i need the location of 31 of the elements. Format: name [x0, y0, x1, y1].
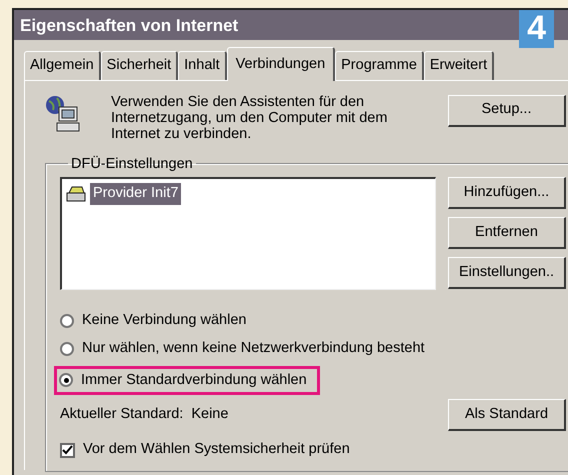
- radio-label: Keine Verbindung wählen: [82, 311, 246, 330]
- checkbox[interactable]: [60, 442, 75, 458]
- connection-item[interactable]: Provider Init7: [90, 183, 182, 205]
- setup-button[interactable]: Setup...: [448, 94, 566, 127]
- dialup-button[interactable]: Einstellungen..: [448, 257, 566, 290]
- radio-option[interactable]: Immer Standardverbindung wählen: [59, 370, 307, 392]
- globe-computer-icon: [45, 94, 81, 133]
- connection-list[interactable]: Provider Init7: [60, 177, 436, 290]
- tab[interactable]: Allgemein: [24, 51, 101, 80]
- radio-option[interactable]: Nur wählen, wenn keine Netzwerkverbindung besteht: [60, 338, 568, 360]
- radio-button[interactable]: [60, 314, 74, 328]
- tab[interactable]: Verbindungen: [226, 47, 336, 81]
- radio-option[interactable]: Keine Verbindung wählen: [60, 310, 568, 332]
- radio-button[interactable]: [59, 373, 73, 388]
- radio-button[interactable]: [60, 342, 74, 356]
- checkbox-label: Vor dem Wählen Systemsicherheit prüfen: [83, 440, 350, 460]
- wizard-description: Verwenden Sie den Assistenten für den Internetzugang, um den Computer mit dem Internet zu verbinden.: [111, 94, 388, 143]
- step-badge: 4: [519, 10, 554, 48]
- current-default-label: Aktueller Standard:: [60, 405, 184, 424]
- tab[interactable]: Inhalt: [178, 51, 227, 80]
- tab[interactable]: Programme: [335, 51, 424, 80]
- set-default-button[interactable]: Als Standard: [448, 399, 566, 432]
- radio-label: Immer Standardverbindung wählen: [81, 370, 307, 390]
- tab[interactable]: Erweitert: [424, 51, 494, 80]
- group-title: DFÜ-Einstellungen: [70, 156, 194, 172]
- tab[interactable]: Sicherheit: [100, 51, 178, 80]
- dialup-button[interactable]: Hinzufügen...: [448, 177, 566, 210]
- radio-label: Nur wählen, wenn keine Netzwerkverbindung besteht: [82, 338, 425, 358]
- current-default-value: Keine: [191, 405, 228, 424]
- dialup-button[interactable]: Entfernen: [448, 217, 566, 250]
- modem-icon: [66, 184, 86, 203]
